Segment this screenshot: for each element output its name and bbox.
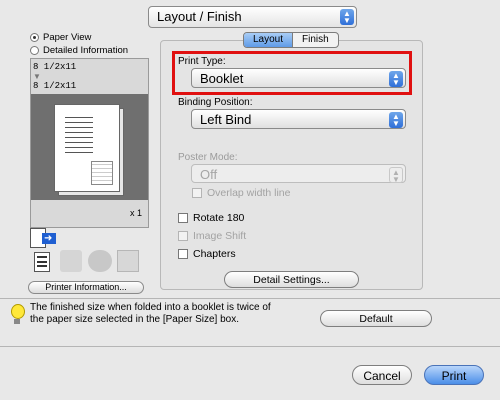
- binding-position-value: Left Bind: [200, 112, 252, 127]
- lightbulb-icon: [10, 304, 26, 326]
- front-page: [54, 104, 120, 192]
- copies-count: x 1: [130, 208, 143, 218]
- preview-size-bottom: 8 1/2x11: [33, 81, 77, 91]
- binding-position-popup[interactable]: Left Bind ▲ ▼: [191, 109, 406, 129]
- users-group-icon: [88, 250, 112, 272]
- booklet-output-icon: ➜: [30, 228, 56, 248]
- paper-view-option[interactable]: Paper View: [30, 32, 128, 43]
- tab-layout[interactable]: Layout: [244, 33, 294, 47]
- rotate-180-label: Rotate 180: [193, 212, 245, 224]
- popup-arrows-icon: ▲ ▼: [389, 112, 403, 128]
- rotate-180-checkbox[interactable]: [178, 213, 188, 223]
- document-icon: [34, 252, 50, 272]
- highlight-box: [172, 51, 412, 95]
- info-message-line2: the paper size selected in the [Paper Si…: [30, 314, 240, 325]
- text-lines-icon: [65, 117, 93, 153]
- info-message-line1: The finished size when folded into a boo…: [30, 302, 271, 313]
- rotate-180-option[interactable]: Rotate 180: [178, 212, 244, 224]
- image-shift-checkbox[interactable]: [178, 231, 188, 241]
- detailed-information-option[interactable]: Detailed Information: [30, 45, 128, 56]
- poster-mode-value: Off: [200, 167, 218, 182]
- detail-settings-button[interactable]: Detail Settings...: [224, 271, 359, 288]
- preview-size-top: 8 1/2x11: [33, 62, 77, 72]
- section-popup[interactable]: Layout / Finish ▲ ▼: [148, 6, 357, 28]
- popup-arrows-icon: ▲ ▼: [389, 167, 403, 184]
- chapters-label: Chapters: [193, 248, 236, 260]
- detailed-information-label: Detailed Information: [43, 45, 129, 56]
- detailed-information-radio[interactable]: [30, 46, 39, 55]
- printer-information-button[interactable]: Printer Information...: [28, 281, 144, 294]
- user-icon: [60, 250, 82, 272]
- overlap-width-line-label: Overlap width line: [207, 187, 291, 199]
- paper-view-label: Paper View: [43, 32, 92, 43]
- overlap-width-line-option[interactable]: Overlap width line: [192, 187, 290, 199]
- down-triangle-icon: ▼: [33, 72, 41, 81]
- binding-position-label: Binding Position:: [178, 97, 253, 108]
- default-button[interactable]: Default: [320, 310, 432, 327]
- image-block-icon: [91, 161, 113, 185]
- image-shift-option[interactable]: Image Shift: [178, 230, 246, 242]
- tab-bar: Layout Finish: [243, 32, 339, 48]
- section-popup-value: Layout / Finish: [157, 9, 242, 24]
- image-shift-label: Image Shift: [193, 230, 247, 242]
- paper-view-radio[interactable]: [30, 33, 39, 42]
- lock-icon: [117, 250, 139, 272]
- separator: [0, 298, 500, 299]
- view-options: Paper View Detailed Information: [30, 32, 128, 56]
- overlap-width-line-checkbox[interactable]: [192, 188, 202, 198]
- chapters-checkbox[interactable]: [178, 249, 188, 259]
- info-message: The finished size when folded into a boo…: [30, 302, 312, 326]
- poster-mode-label: Poster Mode:: [178, 152, 238, 163]
- chapters-option[interactable]: Chapters: [178, 248, 236, 260]
- cancel-button[interactable]: Cancel: [352, 365, 412, 385]
- print-button[interactable]: Print: [424, 365, 484, 385]
- tab-finish[interactable]: Finish: [293, 33, 338, 47]
- separator: [0, 346, 500, 347]
- poster-mode-popup[interactable]: Off ▲ ▼: [191, 164, 406, 184]
- popup-arrows-icon: ▲ ▼: [340, 9, 354, 25]
